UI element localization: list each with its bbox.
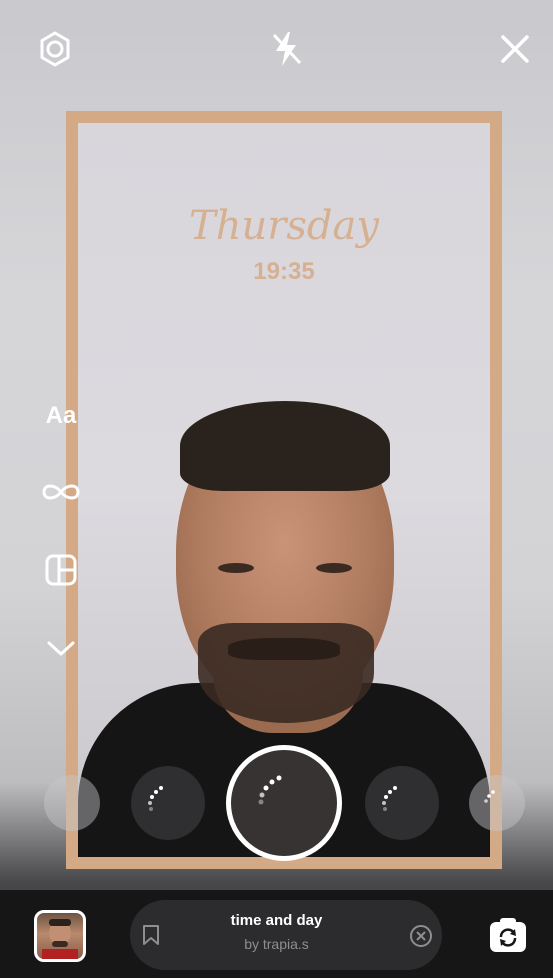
- person-hair: [180, 401, 390, 491]
- effect-option[interactable]: [131, 766, 205, 840]
- effect-info-pill[interactable]: [130, 900, 442, 970]
- day-label: Thursday: [189, 203, 379, 249]
- close-circle-icon[interactable]: [408, 923, 434, 949]
- boomerang-icon: [42, 484, 80, 500]
- person-mustache: [228, 638, 340, 660]
- boomerang-button[interactable]: [36, 472, 86, 512]
- effect-option[interactable]: [44, 775, 100, 831]
- effect-option[interactable]: [469, 775, 525, 831]
- person-eye-right: [316, 563, 352, 573]
- person-eye-left: [218, 563, 254, 573]
- flash-button[interactable]: [261, 24, 311, 74]
- more-tools-button[interactable]: [36, 628, 86, 668]
- capture-button[interactable]: [226, 745, 342, 861]
- flip-camera-button[interactable]: [483, 910, 533, 960]
- effect-name: time and day: [230, 912, 323, 929]
- settings-button[interactable]: [30, 24, 80, 74]
- text-tool-label: Aa: [45, 402, 77, 429]
- settings-icon: [40, 31, 70, 67]
- effect-option[interactable]: [365, 766, 439, 840]
- time-label: 19:35: [253, 258, 315, 285]
- close-button[interactable]: [490, 24, 540, 74]
- text-tool-button[interactable]: Aa: [36, 396, 86, 436]
- layout-icon: [45, 554, 77, 586]
- flip-camera-icon: [490, 918, 526, 952]
- chevron-down-icon: [47, 641, 75, 656]
- flash-off-icon: [272, 32, 302, 66]
- loading-icon: [382, 786, 397, 811]
- layout-button[interactable]: [36, 550, 86, 590]
- close-icon: [501, 35, 529, 63]
- effect-author: by trapia.s: [244, 936, 309, 952]
- loading-icon: [258, 775, 282, 805]
- camera-viewport: Thursday 19:35 Aa time and day by trapia…: [0, 0, 553, 978]
- loading-icon: [484, 790, 495, 803]
- loading-icon: [148, 786, 163, 811]
